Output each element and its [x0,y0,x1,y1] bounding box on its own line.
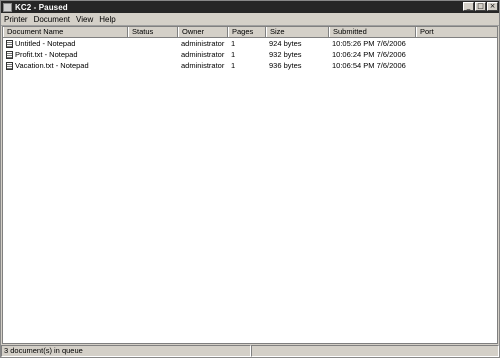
menu-document[interactable]: Document [31,15,73,24]
window-title: KC2 - Paused [15,2,68,12]
size-cell: 924 bytes [269,39,302,48]
document-name-cell: Untitled - Notepad [3,39,128,48]
submitted-cell: 10:06:54 PM 7/6/2006 [332,61,406,70]
notepad-document-icon [6,61,13,70]
submitted-cell: 10:06:24 PM 7/6/2006 [332,50,406,59]
document-list[interactable]: Document Name Status Owner Pages Size Su… [2,26,498,344]
list-header: Document Name Status Owner Pages Size Su… [3,27,497,38]
document-name-cell: Vacation.txt - Notepad [3,61,128,70]
print-queue-window: KC2 - Paused _ □ × Printer Document View… [0,0,500,358]
menu-bar: Printer Document View Help [1,13,499,26]
close-button[interactable]: × [487,2,498,11]
column-port[interactable]: Port [416,27,497,37]
minimize-button[interactable]: _ [463,2,474,11]
window-controls: _ □ × [463,2,498,11]
owner-cell: administrator [181,61,225,70]
column-owner[interactable]: Owner [178,27,228,37]
table-row[interactable]: Untitled - Notepad administrator 1 924 b… [3,38,497,49]
pages-cell: 1 [231,61,236,70]
document-name: Profit.txt - Notepad [15,50,78,59]
column-submitted[interactable]: Submitted [329,27,416,37]
queue-count-status: 3 document(s) in queue [1,345,251,357]
column-status[interactable]: Status [128,27,178,37]
owner-cell: administrator [181,39,225,48]
menu-view[interactable]: View [73,15,96,24]
list-rows: Untitled - Notepad administrator 1 924 b… [3,38,497,71]
size-cell: 936 bytes [269,61,302,70]
menu-printer[interactable]: Printer [1,15,31,24]
status-pane-right [251,345,499,357]
submitted-cell: 10:05:26 PM 7/6/2006 [332,39,406,48]
menu-help[interactable]: Help [96,15,118,24]
pages-cell: 1 [231,50,236,59]
document-name-cell: Profit.txt - Notepad [3,50,128,59]
size-cell: 932 bytes [269,50,302,59]
maximize-button[interactable]: □ [475,2,486,11]
table-row[interactable]: Profit.txt - Notepad administrator 1 932… [3,49,497,60]
notepad-document-icon [6,39,13,48]
pages-cell: 1 [231,39,236,48]
title-bar[interactable]: KC2 - Paused _ □ × [1,1,499,13]
column-document-name[interactable]: Document Name [3,27,128,37]
status-bar: 3 document(s) in queue [1,345,499,357]
notepad-document-icon [6,50,13,59]
column-size[interactable]: Size [266,27,329,37]
owner-cell: administrator [181,50,225,59]
table-row[interactable]: Vacation.txt - Notepad administrator 1 9… [3,60,497,71]
document-name: Vacation.txt - Notepad [15,61,89,70]
column-pages[interactable]: Pages [228,27,266,37]
printer-icon[interactable] [3,2,12,12]
document-name: Untitled - Notepad [15,39,76,48]
